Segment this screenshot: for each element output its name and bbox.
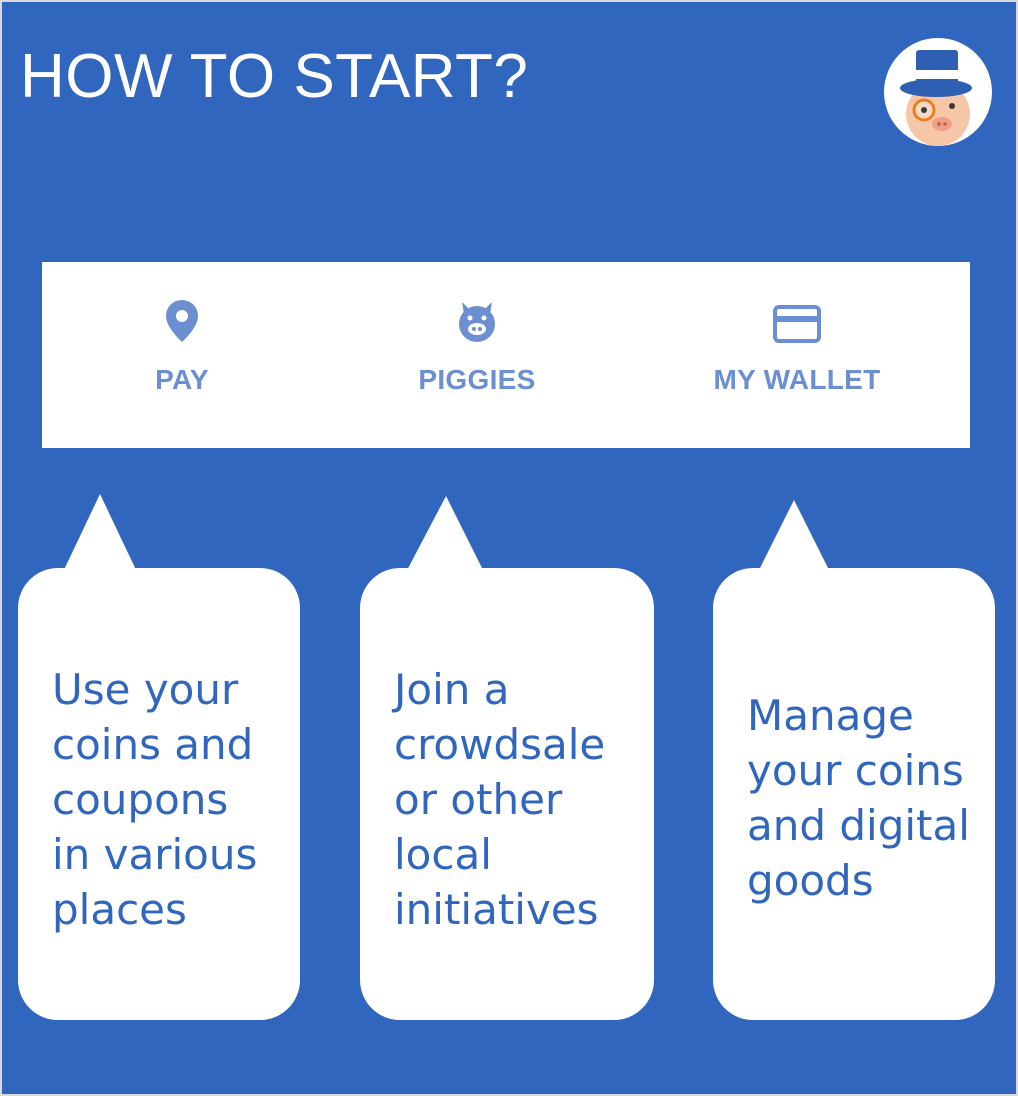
speech-bubble-my-wallet: Manage your coins and digital goods: [713, 568, 995, 1020]
bottom-nav-bar: PAY PIGGIES MY WALLET: [42, 262, 970, 448]
nav-item-my-wallet[interactable]: MY WALLET: [702, 262, 892, 448]
bubble-text-pay: Use your coins and coupons in various pl…: [52, 665, 258, 934]
bubble-pointer-my-wallet: [756, 500, 832, 576]
nav-label-my-wallet: MY WALLET: [713, 364, 881, 395]
nav-label-piggies: PIGGIES: [418, 364, 536, 395]
location-pin-icon: [165, 296, 199, 346]
page-title: HOW TO START?: [20, 42, 529, 111]
pig-with-top-hat-icon: [900, 50, 972, 146]
nav-label-pay: PAY: [155, 364, 209, 395]
pig-face-icon: [454, 296, 500, 346]
speech-bubble-piggies: Join a crowdsale or other local initiati…: [360, 568, 654, 1020]
bubble-pointer-piggies: [404, 496, 486, 576]
nav-item-pay[interactable]: PAY: [122, 262, 242, 448]
credit-card-icon: [773, 296, 821, 346]
bubble-text-piggies: Join a crowdsale or other local initiati…: [394, 665, 606, 934]
bubble-pointer-pay: [62, 494, 138, 574]
bubble-text-my-wallet: Manage your coins and digital goods: [747, 691, 970, 905]
speech-bubble-pay: Use your coins and coupons in various pl…: [18, 568, 300, 1020]
avatar[interactable]: [884, 38, 992, 146]
nav-item-piggies[interactable]: PIGGIES: [402, 262, 552, 448]
